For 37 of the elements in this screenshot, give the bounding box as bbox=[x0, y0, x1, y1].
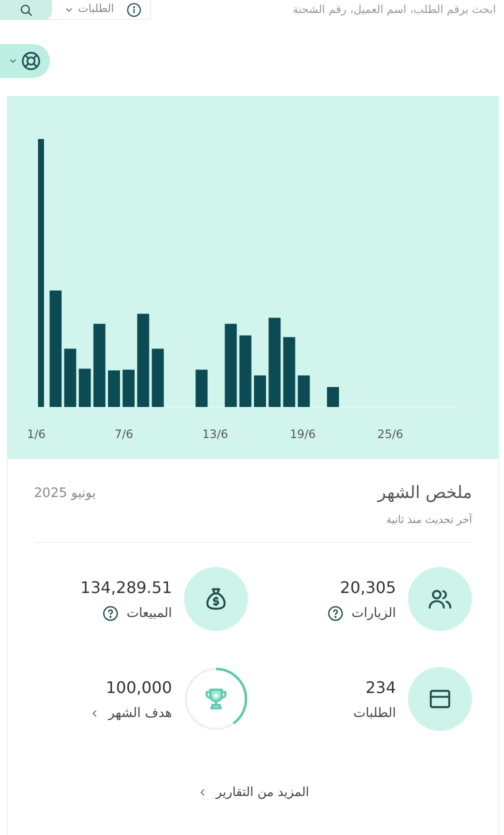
help-menu-button[interactable] bbox=[0, 44, 50, 78]
help-icon[interactable] bbox=[102, 604, 119, 622]
search-icon bbox=[18, 2, 34, 18]
info-icon[interactable] bbox=[126, 2, 142, 18]
axis-label: 19/6 bbox=[290, 427, 316, 441]
more-reports-link[interactable]: المزيد من التقارير bbox=[196, 783, 310, 802]
help-icon[interactable] bbox=[326, 604, 344, 622]
stat-value: 100,000 bbox=[104, 676, 172, 698]
axis-label: 13/6 bbox=[202, 427, 228, 441]
chart-bar bbox=[78, 368, 91, 407]
chart-bar bbox=[298, 375, 310, 407]
period-label: يونيو 2025 bbox=[34, 485, 96, 503]
chart-bar bbox=[64, 348, 76, 407]
chart-bar bbox=[327, 387, 339, 407]
stat-label: هدف الشهر bbox=[108, 704, 172, 722]
stat-value: 20,305 bbox=[339, 576, 396, 598]
stat-value: 134,289.51 bbox=[80, 576, 172, 598]
chart-bar bbox=[196, 370, 208, 407]
axis-label: 25/6 bbox=[377, 427, 404, 441]
chart-bar bbox=[239, 335, 252, 407]
axis-label: 1/6 bbox=[27, 427, 46, 441]
lifebuoy-icon bbox=[20, 50, 42, 72]
filter-dropdown[interactable]: الطلبات bbox=[60, 1, 118, 18]
chart-bar bbox=[254, 375, 266, 407]
chart-bar bbox=[122, 370, 135, 407]
axis-label: 7/6 bbox=[114, 427, 134, 441]
stat-value: 234 bbox=[364, 676, 396, 698]
stat-label: المبيعات bbox=[126, 604, 172, 622]
search-button[interactable] bbox=[0, 0, 52, 20]
chart-bar bbox=[108, 370, 120, 407]
card-title: ملخص الشهر bbox=[378, 482, 472, 505]
stat-label: الزيارات bbox=[352, 604, 396, 622]
chart-bar bbox=[152, 348, 164, 407]
search-field[interactable]: ابحث برقم الطلب، اسم العميل، رقم الشحنة bbox=[150, 0, 504, 20]
stat-label: الطلبات bbox=[353, 704, 396, 722]
chart-bar bbox=[283, 337, 296, 407]
update-note: آخر تحديث منذ ثانية bbox=[385, 512, 472, 528]
